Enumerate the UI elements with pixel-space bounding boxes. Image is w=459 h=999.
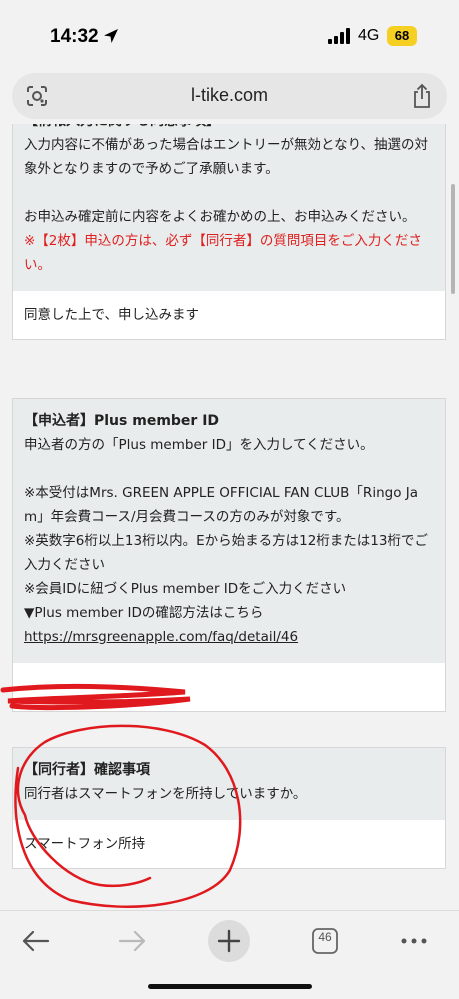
companion-card: 【同行者】確認事項 同行者はスマートフォンを所持していますか。 スマートフォン所… bbox=[12, 747, 446, 869]
companion-text: 同行者はスマートフォンを所持していますか。 bbox=[24, 786, 307, 802]
home-indicator bbox=[148, 984, 312, 989]
location-arrow-icon bbox=[104, 29, 118, 43]
scrollbar[interactable] bbox=[451, 184, 455, 294]
applicant-card: 【申込者】Plus member ID 申込者の方の「Plus member I… bbox=[12, 398, 446, 712]
status-bar: 14:32 4G 68 bbox=[0, 0, 459, 70]
consent-text-2: お申込み確定前に内容をよくお確かめの上、お申込みください。 bbox=[24, 209, 416, 225]
consent-title: 【情報入力に関する同意事項】 bbox=[24, 124, 434, 133]
applicant-text-2: ※本受付はMrs. GREEN APPLE OFFICIAL FAN CLUB「… bbox=[24, 485, 428, 621]
page-content: 【情報入力に関する同意事項】 入力内容に不備があった場合はエントリーが無効となり… bbox=[0, 124, 459, 910]
consent-card: 【情報入力に関する同意事項】 入力内容に不備があった場合はエントリーが無効となり… bbox=[12, 124, 446, 340]
status-time: 14:32 bbox=[50, 26, 99, 47]
share-icon[interactable] bbox=[411, 83, 433, 109]
more-icon[interactable] bbox=[392, 919, 436, 963]
companion-answer[interactable]: スマートフォン所持 bbox=[13, 820, 445, 868]
url-text[interactable]: l-tike.com bbox=[12, 85, 447, 106]
applicant-text-1: 申込者の方の「Plus member ID」を入力してください。 bbox=[24, 437, 374, 453]
signal-icon bbox=[328, 28, 350, 44]
tabs-count: 46 bbox=[318, 930, 332, 944]
new-tab-icon[interactable] bbox=[207, 919, 251, 963]
consent-warning: ※【2枚】申込の方は、必ず【同行者】の質問項目をご入力ください。 bbox=[24, 233, 422, 273]
battery-icon: 68 bbox=[387, 26, 417, 46]
companion-title: 【同行者】確認事項 bbox=[24, 762, 150, 778]
consent-answer[interactable]: 同意した上で、申し込みます bbox=[13, 291, 445, 339]
tabs-button[interactable]: 46 bbox=[303, 919, 347, 963]
network-type: 4G bbox=[358, 27, 380, 44]
applicant-id-input[interactable] bbox=[13, 663, 445, 711]
faq-link[interactable]: https://mrsgreenapple.com/faq/detail/46 bbox=[24, 629, 298, 645]
forward-icon[interactable] bbox=[110, 919, 154, 963]
back-icon[interactable] bbox=[14, 919, 58, 963]
applicant-title: 【申込者】Plus member ID bbox=[24, 413, 220, 429]
consent-text-1: 入力内容に不備があった場合はエントリーが無効となり、抽選の対象外となりますので予… bbox=[24, 137, 429, 177]
address-bar[interactable]: l-tike.com bbox=[12, 73, 447, 119]
